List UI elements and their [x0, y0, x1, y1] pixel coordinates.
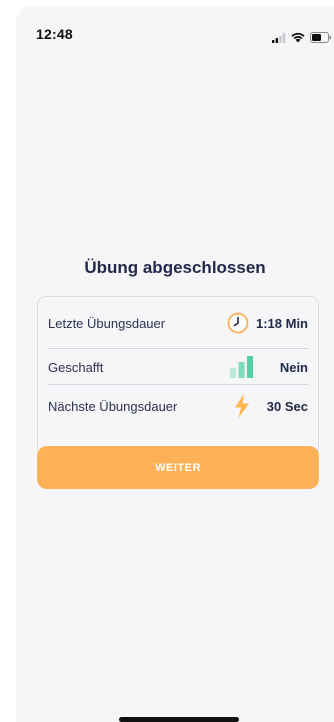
battery-icon — [310, 30, 332, 48]
stat-value: 1:18 Min — [255, 315, 308, 331]
cellular-signal-icon — [272, 30, 286, 48]
page-title: Übung abgeschlossen — [84, 258, 266, 277]
status-icons — [272, 30, 332, 48]
stats-card: Letzte Übungsdauer 1:18 Min Geschafft Ne… — [37, 296, 319, 456]
status-time: 12:48 — [36, 26, 73, 42]
stat-row-last-duration: Letzte Übungsdauer 1:18 Min — [48, 305, 308, 341]
stat-row-next-duration: Nächste Übungsdauer 30 Sec — [48, 388, 308, 424]
wifi-icon — [291, 30, 305, 48]
clock-icon — [224, 312, 252, 334]
status-bar: 12:48 — [16, 6, 334, 52]
stat-label: Nächste Übungsdauer — [48, 398, 178, 414]
stat-label: Geschafft — [48, 359, 104, 375]
home-indicator[interactable] — [119, 717, 239, 722]
continue-button[interactable]: WEITER — [37, 446, 319, 489]
stat-row-done: Geschafft Nein — [48, 349, 308, 385]
screen: 12:48 Übung abgeschlossen Letzte Übungsd… — [0, 0, 334, 722]
row-divider — [48, 384, 308, 385]
lightning-icon — [228, 394, 256, 418]
stat-label: Letzte Übungsdauer — [48, 315, 166, 331]
stat-value: Nein — [279, 359, 308, 375]
bar-chart-icon — [228, 356, 256, 378]
stat-value: 30 Sec — [266, 398, 308, 414]
